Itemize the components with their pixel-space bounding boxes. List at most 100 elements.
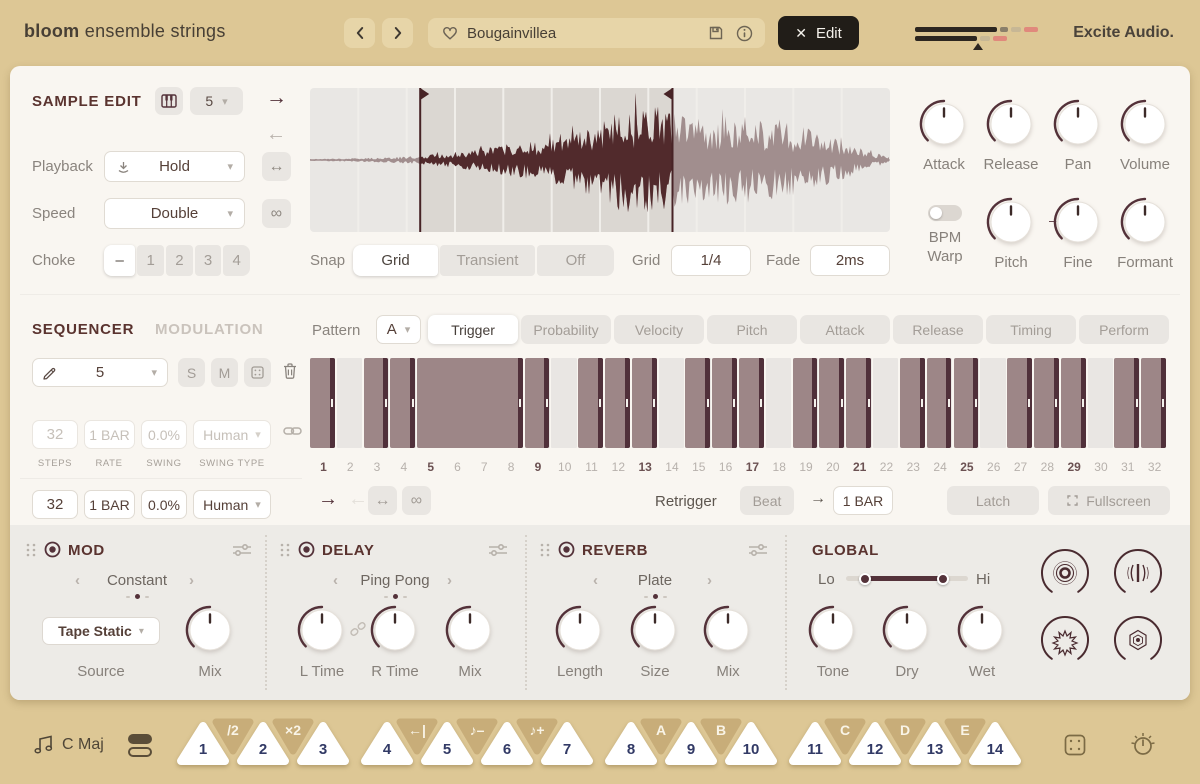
delay-mode-prev[interactable]: ‹ [333,572,345,589]
mute-button[interactable]: M [211,358,238,387]
fade-value-field[interactable]: 2ms [810,245,890,276]
key-trigger-7[interactable]: 7 [540,719,594,767]
step-block-4[interactable] [390,358,415,448]
key-trigger-9[interactable]: 9 [664,719,718,767]
attack-knob[interactable] [916,96,972,152]
seq-direction-back[interactable]: ← [348,488,368,511]
mod-rate-field[interactable]: 1 BAR [84,420,135,449]
modulation-tab[interactable]: MODULATION [155,321,264,338]
swing-type-dropdown[interactable]: Human▾ [193,490,271,519]
key-trigger-10[interactable]: 10 [724,719,778,767]
key-trigger-12[interactable]: 12 [848,719,902,767]
reverb-enable-radio[interactable] [558,541,575,558]
step-block-9[interactable] [525,358,550,448]
step-block-25[interactable] [954,358,979,448]
key-trigger-6[interactable]: 6 [480,719,534,767]
preset-forward-button[interactable] [382,18,413,48]
steps-field[interactable]: 32 [32,490,78,519]
step-cell-30[interactable] [1088,358,1113,448]
delay-enable-radio[interactable] [298,541,315,558]
pan-knob[interactable] [1050,96,1106,152]
seq-pingpong-button[interactable]: ↔ [368,486,397,515]
step-block-1[interactable] [310,358,335,448]
key-trigger-3[interactable]: 3 [296,719,350,767]
loop-infinite-button[interactable]: ∞ [262,199,291,228]
step-block-24[interactable] [927,358,952,448]
step-cell-22[interactable] [873,358,898,448]
key-trigger-5[interactable]: 5 [420,719,474,767]
fullscreen-button[interactable]: Fullscreen [1048,486,1170,515]
unlink-icon[interactable] [349,620,367,638]
mod-swing-type-dropdown[interactable]: Human▾ [193,420,271,449]
step-block-17[interactable] [739,358,764,448]
key-trigger-2[interactable]: 2 [236,719,290,767]
randomize-button[interactable] [244,358,271,387]
sequencer-voice-dropdown[interactable]: 5 ▾ [32,358,168,387]
range-handle-hi[interactable] [937,573,949,585]
keyboard-button[interactable] [155,87,183,115]
reverb-drag-handle[interactable] [540,543,554,557]
sequencer-title[interactable]: SEQUENCER [32,321,134,338]
seq-tab-pitch[interactable]: Pitch [707,315,797,344]
delay-ltime-knob[interactable] [294,602,350,658]
snap-option-grid[interactable]: Grid [353,245,438,276]
seq-direction-arrow[interactable]: → [318,488,338,511]
step-block-32[interactable] [1141,358,1166,448]
step-block-20[interactable] [819,358,844,448]
key-trigger-4[interactable]: 4 [360,719,414,767]
delay-mode-next[interactable]: › [447,572,459,589]
mod-steps-field[interactable]: 32 [32,420,78,449]
fine-knob[interactable] [1050,194,1106,250]
step-block-29[interactable] [1061,358,1086,448]
bpm-warp-toggle[interactable] [928,205,962,221]
link-button[interactable] [283,425,302,437]
seq-tab-velocity[interactable]: Velocity [614,315,704,344]
mod-source-dropdown[interactable]: Tape Static▾ [42,617,160,645]
waveform-display[interactable] [310,88,890,232]
step-block-3[interactable] [364,358,389,448]
info-icon[interactable] [736,25,753,42]
morph-texture-d[interactable] [1110,612,1166,668]
step-sequencer[interactable] [310,358,1168,448]
reverb-length-knob[interactable] [552,602,608,658]
sample-next-arrow[interactable]: → [266,86,287,110]
reverb-type-next[interactable]: › [707,572,719,589]
random-button[interactable] [1064,734,1086,756]
delay-rtime-knob[interactable] [367,602,423,658]
mod-swing-field[interactable]: 0.0% [141,420,187,449]
favorite-icon[interactable] [442,26,458,41]
grid-value-field[interactable]: 1/4 [671,245,751,276]
step-cell-26[interactable] [980,358,1005,448]
step-block-21[interactable] [846,358,871,448]
preset-back-button[interactable] [344,18,375,48]
release-knob[interactable] [983,96,1039,152]
speed-dropdown[interactable]: Double ▾ [104,198,245,229]
morph-texture-b[interactable] [1110,545,1166,601]
seq-infinite-button[interactable]: ∞ [402,486,431,515]
step-cell-2[interactable] [337,358,362,448]
choke-option-1[interactable]: 1 [137,245,164,276]
retrigger-mode-button[interactable]: Beat [740,486,794,515]
choke-option-[interactable]: – [104,245,135,276]
step-block-13[interactable] [632,358,657,448]
reverb-mix-knob[interactable] [700,602,756,658]
delay-settings-icon[interactable] [488,543,508,557]
sample-prev-arrow[interactable]: ← [266,123,286,146]
step-block-28[interactable] [1034,358,1059,448]
seq-tab-probability[interactable]: Probability [521,315,611,344]
swing-field[interactable]: 0.0% [141,490,187,519]
morph-texture-c[interactable] [1037,612,1093,668]
solo-button[interactable]: S [178,358,205,387]
rate-field[interactable]: 1 BAR [84,490,135,519]
latch-button[interactable]: Latch [947,486,1039,515]
volume-knob[interactable] [1117,96,1173,152]
seq-tab-trigger[interactable]: Trigger [428,315,518,344]
mod-type-next[interactable]: › [189,572,201,589]
seq-tab-release[interactable]: Release [893,315,983,344]
key-trigger-13[interactable]: 13 [908,719,962,767]
reverb-type-prev[interactable]: ‹ [593,572,605,589]
voices-dropdown[interactable]: 5▾ [190,87,243,115]
loop-pingpong-button[interactable]: ↔ [262,152,291,181]
mod-enable-radio[interactable] [44,541,61,558]
range-handle-lo[interactable] [859,573,871,585]
